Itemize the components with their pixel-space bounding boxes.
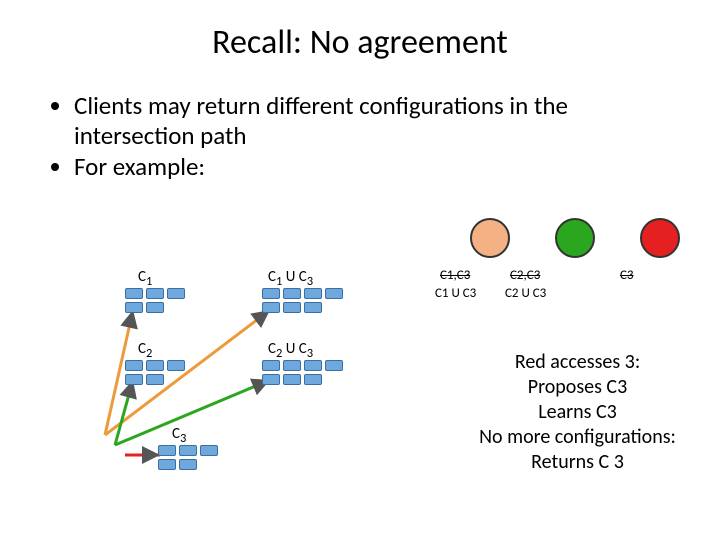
red-l5: Returns C 3 bbox=[440, 450, 715, 475]
cluster-c2uc3 bbox=[262, 360, 354, 385]
red-l1: Red accesses 3: bbox=[440, 350, 715, 375]
disc1-top: C1,C3 bbox=[440, 268, 470, 283]
label-c1uc3: C1 U C3 bbox=[268, 268, 313, 289]
cluster-c1uc3 bbox=[262, 288, 354, 313]
bullet-1: Clients may return different configurati… bbox=[74, 91, 690, 150]
cluster-c2 bbox=[125, 360, 195, 385]
disc1-bot: C1 U C3 bbox=[435, 286, 476, 301]
slide-title: Recall: No agreement bbox=[0, 0, 720, 63]
label-c2: C2 bbox=[138, 340, 152, 361]
cluster-c1 bbox=[125, 288, 195, 313]
sub: 2 bbox=[146, 346, 152, 361]
red-l3: Learns C3 bbox=[440, 400, 715, 425]
red-l4: No more configurations: bbox=[440, 425, 715, 450]
cluster-c3 bbox=[158, 445, 228, 470]
red-text-box: Red accesses 3: Proposes C3 Learns C3 No… bbox=[440, 350, 715, 475]
label-c2uc3: C2 U C3 bbox=[268, 340, 313, 361]
bullet-list: Clients may return different configurati… bbox=[34, 91, 690, 182]
bullet-2: For example: bbox=[74, 152, 690, 182]
sub: 3 bbox=[180, 431, 186, 446]
diagram-stage: C1 C2 C3 C1 U C3 C2 U C3 C1,C3 C1 U C3 C… bbox=[0, 250, 720, 540]
disc2-bot: C2 U C3 bbox=[505, 286, 546, 301]
red-l2: Proposes C3 bbox=[440, 375, 715, 400]
label-c1: C1 bbox=[138, 268, 152, 289]
disc2-top: C2,C3 bbox=[510, 268, 540, 283]
label-c3: C3 bbox=[172, 425, 186, 446]
disc-red bbox=[640, 218, 680, 258]
disc3-top: C3 bbox=[620, 268, 634, 283]
sub: 1 bbox=[146, 274, 152, 289]
disc-orange bbox=[470, 218, 510, 258]
disc-green bbox=[555, 218, 595, 258]
